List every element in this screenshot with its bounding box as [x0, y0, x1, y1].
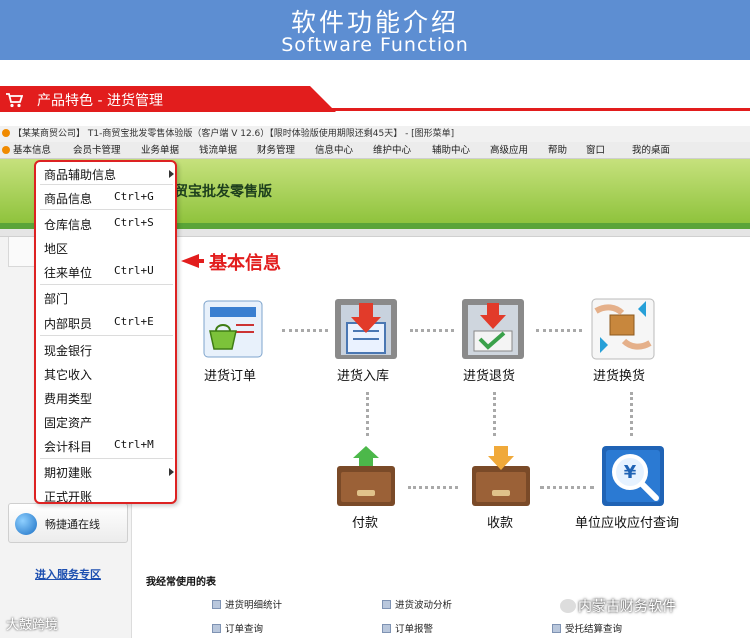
frequent-reports-title: 我经常使用的表: [146, 577, 216, 588]
connector-receipt-query: [540, 486, 594, 489]
window-title: 【某某商贸公司】 T1-商贸宝批发零售体验版（客户端 V 12.6）【限时体验版…: [13, 129, 455, 139]
connector-order-in: [282, 329, 328, 332]
dd-separator: [40, 209, 173, 210]
report-icon: [382, 624, 391, 633]
menu-cash-docs[interactable]: 钱流单据: [199, 142, 237, 159]
brand-title: 贸宝批发零售版: [174, 184, 272, 200]
ar-ap-query-label: 单位应收应付查询: [575, 516, 680, 531]
dd-item-opening-setup[interactable]: 期初建账: [44, 464, 92, 481]
menu-assist[interactable]: 辅助中心: [432, 142, 470, 159]
purchase-in-button[interactable]: [333, 297, 399, 361]
section-header-line: [300, 108, 750, 111]
submenu-arrow-icon: [169, 170, 174, 178]
wechat-icon: [560, 599, 576, 613]
connector-return-receipt: [493, 392, 496, 436]
menu-my-desktop[interactable]: 我的桌面: [632, 142, 670, 159]
connector-payment-receipt: [408, 486, 458, 489]
connector-return-exchange: [536, 329, 582, 332]
query-magnifier-icon: ¥: [602, 446, 664, 506]
connector-exchange-query: [630, 392, 633, 436]
frequent-item[interactable]: 订单报警: [382, 621, 433, 635]
menu-basic-info[interactable]: 基本信息: [2, 142, 51, 159]
menu-advanced[interactable]: 高级应用: [490, 142, 528, 159]
submenu-arrow-icon: [169, 468, 174, 476]
section-title: 产品特色 - 进货管理: [37, 93, 163, 109]
receipt-label: 收款: [487, 516, 514, 531]
callout-arrow-tail: [196, 259, 204, 263]
ar-ap-query-button[interactable]: ¥: [600, 444, 666, 508]
dd-item-staff[interactable]: 内部职员 Ctrl+E: [44, 315, 154, 332]
cart-icon: [6, 93, 23, 108]
menu-bar: 基本信息 会员卡管理 业务单据 钱流单据 财务管理 信息中心 维护中心 辅助中心…: [0, 142, 750, 159]
purchase-exchange-button[interactable]: [590, 297, 656, 361]
dd-separator: [40, 458, 173, 459]
dd-item-cash-bank[interactable]: 现金银行: [44, 342, 92, 359]
dd-item-region[interactable]: 地区: [44, 240, 68, 257]
dd-item-formal-open[interactable]: 正式开账: [44, 488, 92, 505]
online-button[interactable]: 畅捷通在线: [8, 503, 128, 543]
basic-info-dropdown: 商品辅助信息 商品信息 Ctrl+G 仓库信息 Ctrl+S 地区 往来单位 Ctrl…: [34, 160, 177, 504]
globe-icon: [15, 513, 37, 535]
purchase-order-label: 进货订单: [204, 369, 257, 384]
menu-info-center[interactable]: 信息中心: [315, 142, 353, 159]
connector-in-payment: [366, 392, 369, 436]
purchase-order-icon: [203, 300, 263, 358]
payment-drawer-icon: [337, 446, 395, 506]
payment-label: 付款: [352, 516, 379, 531]
watermark-right: 内蒙古财务软件: [560, 596, 676, 616]
app-icon: [2, 129, 10, 137]
online-label: 畅捷通在线: [45, 518, 100, 531]
top-banner: 软件功能介绍 Software Function: [0, 0, 750, 60]
report-icon: [552, 624, 561, 633]
receipt-button[interactable]: [468, 444, 534, 508]
dd-item-goods-aux[interactable]: 商品辅助信息: [44, 166, 116, 183]
purchase-in-label: 进货入库: [337, 369, 390, 384]
dd-item-partner[interactable]: 往来单位 Ctrl+U: [44, 264, 154, 281]
frequent-item[interactable]: 订单查询: [212, 621, 263, 635]
callout-label: 基本信息: [209, 253, 281, 274]
report-icon: [212, 600, 221, 609]
dd-item-expense-type[interactable]: 费用类型: [44, 390, 92, 407]
dd-item-warehouse-info[interactable]: 仓库信息 Ctrl+S: [44, 216, 154, 233]
dd-item-account-subject[interactable]: 会计科目 Ctrl+M: [44, 438, 154, 455]
purchase-order-button[interactable]: [200, 297, 266, 361]
dd-item-other-income[interactable]: 其它收入: [44, 366, 92, 383]
window-titlebar: 【某某商贸公司】 T1-商贸宝批发零售体验版（客户端 V 12.6）【限时体验版…: [0, 126, 750, 142]
menu-finance[interactable]: 财务管理: [257, 142, 295, 159]
purchase-exchange-label: 进货换货: [593, 369, 646, 384]
menu-business-docs[interactable]: 业务单据: [141, 142, 179, 159]
connector-in-return: [410, 329, 454, 332]
dd-item-fixed-assets[interactable]: 固定资产: [44, 414, 92, 431]
report-icon: [382, 600, 391, 609]
menu-window[interactable]: 窗口: [586, 142, 605, 159]
dd-separator: [40, 284, 173, 285]
purchase-return-button[interactable]: [460, 297, 526, 361]
frequent-item[interactable]: 进货明细统计: [212, 597, 282, 611]
menu-maintenance[interactable]: 维护中心: [373, 142, 411, 159]
menu-icon: [2, 146, 10, 154]
frequent-item[interactable]: 受托结算查询: [552, 621, 622, 635]
banner-title-en: Software Function: [281, 34, 469, 56]
report-icon: [212, 624, 221, 633]
purchase-in-icon: [335, 299, 397, 359]
dd-item-department[interactable]: 部门: [44, 290, 68, 307]
purchase-exchange-icon: [591, 298, 655, 360]
dd-separator: [40, 335, 173, 336]
watermark-left: 大鼓跨境: [6, 618, 59, 633]
payment-button[interactable]: [333, 444, 399, 508]
dd-item-goods-info[interactable]: 商品信息 Ctrl+G: [44, 190, 154, 207]
menu-member-card[interactable]: 会员卡管理: [73, 142, 121, 159]
dd-separator: [40, 184, 173, 185]
service-zone-link[interactable]: 进入服务专区: [35, 566, 101, 582]
frequent-item[interactable]: 进货波动分析: [382, 597, 452, 611]
receipt-drawer-icon: [472, 446, 530, 506]
purchase-return-icon: [462, 299, 524, 359]
purchase-return-label: 进货退货: [463, 369, 516, 384]
menu-help[interactable]: 帮助: [548, 142, 567, 159]
svg-text:¥: ¥: [624, 462, 637, 483]
